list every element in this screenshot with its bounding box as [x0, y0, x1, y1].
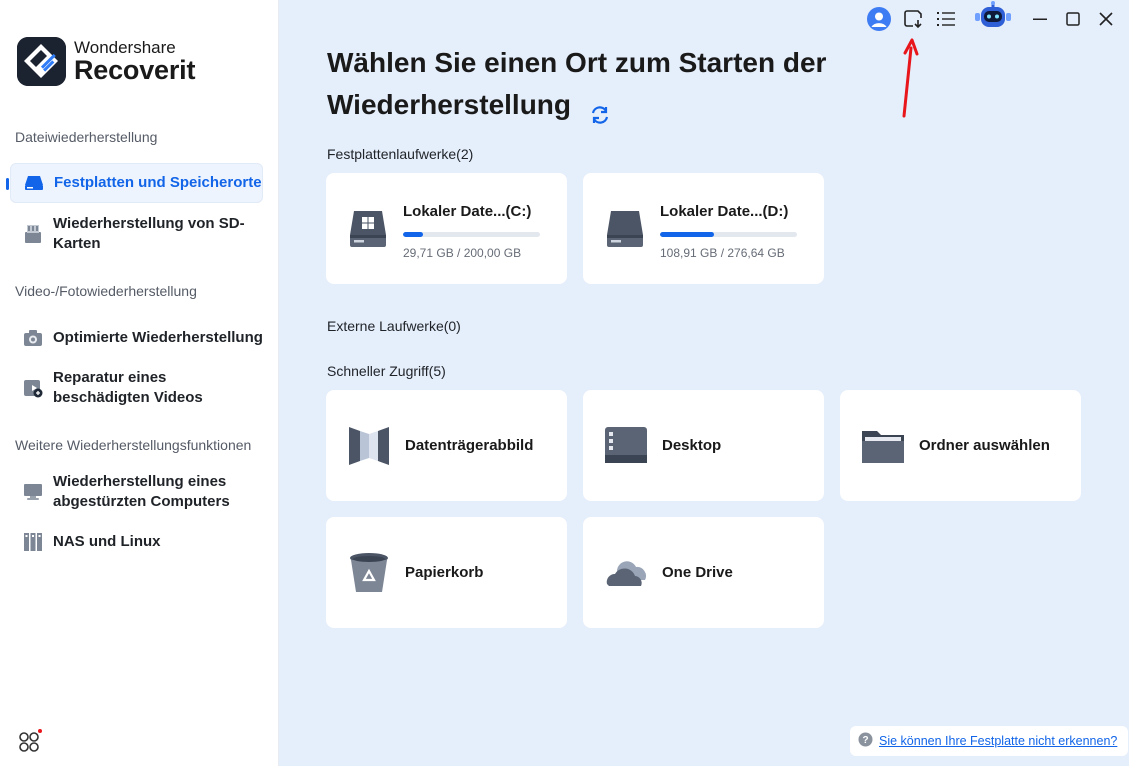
usage-bar-fill: [660, 232, 714, 237]
maximize-icon: [1066, 12, 1080, 26]
minimize-button[interactable]: [1028, 6, 1052, 32]
robot-assistant-icon: [971, 1, 1015, 32]
maximize-button[interactable]: [1061, 6, 1085, 32]
sidebar-item-nas-linux[interactable]: NAS und Linux: [10, 531, 263, 553]
quick-item-disk-image[interactable]: Datenträgerabbild: [326, 390, 567, 501]
brand-product: Recoverit: [74, 55, 196, 85]
video-repair-icon: [22, 377, 44, 399]
quick-item-recycle-bin[interactable]: Papierkorb: [326, 517, 567, 628]
svg-text:?: ?: [862, 735, 868, 746]
import-file-icon: [904, 10, 922, 29]
usage-bar-fill: [403, 232, 424, 237]
refresh-icon[interactable]: [589, 96, 611, 124]
quick-item-desktop[interactable]: Desktop: [583, 390, 824, 501]
camera-icon: [22, 327, 44, 349]
user-avatar-icon: [867, 7, 891, 31]
group-label-hard-drives: Festplattenlaufwerke(2): [327, 146, 474, 162]
sidebar-item-label: Reparatur eines beschädigten Videos: [53, 369, 203, 406]
onedrive-icon: [603, 550, 649, 596]
drive-name: Lokaler Date...(D:): [660, 203, 789, 220]
drive-not-detected-link[interactable]: Sie können Ihre Festplatte nicht erkenne…: [879, 734, 1117, 748]
main-panel: Wählen Sie einen Ort zum Starten der Wie…: [279, 0, 1129, 766]
drive-card-c[interactable]: Lokaler Date...(C:) 29,71 GB / 200,00 GB: [326, 173, 567, 284]
recycle-bin-icon: [346, 550, 392, 596]
app-logo: Wondershare Recoverit: [17, 37, 195, 86]
page-title: Wählen Sie einen Ort zum Starten der Wie…: [327, 42, 887, 126]
sidebar-item-label: Festplatten und Speicherorte: [54, 174, 262, 191]
quick-item-label: Papierkorb: [405, 564, 484, 581]
apps-grid-icon[interactable]: [18, 729, 42, 753]
annotation-arrow: [902, 38, 919, 118]
sidebar-item-sd-card[interactable]: Wiederherstellung von SD-Karten: [10, 213, 263, 255]
group-label-quick-access: Schneller Zugriff(5): [327, 363, 446, 379]
desktop-icon: [603, 423, 649, 469]
sidebar-item-label: Wiederherstellung von SD-Karten: [53, 215, 245, 252]
minimize-icon: [1033, 18, 1047, 20]
drive-size: 108,91 GB / 276,64 GB: [660, 246, 785, 260]
brand-company: Wondershare: [74, 38, 176, 57]
sidebar-item-optimized-recovery[interactable]: Optimierte Wiederherstellung: [10, 327, 263, 349]
drive-name: Lokaler Date...(C:): [403, 203, 532, 220]
section-title-video-photo: Video-/Fotowiederherstellung: [15, 283, 197, 299]
drive-icon: [605, 209, 645, 249]
ai-assistant-button[interactable]: [968, 0, 1018, 36]
drive-card-d[interactable]: Lokaler Date...(D:) 108,91 GB / 276,64 G…: [583, 173, 824, 284]
close-button[interactable]: [1094, 6, 1118, 32]
list-menu-icon: [937, 12, 955, 26]
quick-item-label: Ordner auswählen: [919, 437, 1050, 454]
section-title-more-functions: Weitere Wiederherstellungsfunktionen: [15, 437, 252, 453]
nas-icon: [22, 531, 44, 553]
quick-item-select-folder[interactable]: Ordner auswählen: [840, 390, 1081, 501]
recoverit-logo-icon: [17, 37, 66, 86]
sidebar-item-label: Wiederherstellung eines abgestürzten Com…: [53, 473, 230, 510]
windows-drive-icon: [348, 209, 388, 249]
quick-item-label: Datenträgerabbild: [405, 437, 534, 454]
close-icon: [1099, 12, 1113, 26]
folder-icon: [860, 423, 906, 469]
user-account-button[interactable]: [866, 6, 892, 32]
sidebar: Wondershare Recoverit Dateiwiederherstel…: [0, 0, 279, 766]
import-scan-button[interactable]: [901, 6, 925, 32]
quick-item-label: Desktop: [662, 437, 722, 454]
sidebar-item-label: Optimierte Wiederherstellung: [53, 329, 263, 346]
section-title-file-recovery: Dateiwiederherstellung: [15, 129, 158, 145]
page-title-text: Wählen Sie einen Ort zum Starten der Wie…: [327, 47, 827, 120]
quick-item-label: One Drive: [662, 564, 733, 581]
help-link-box: ? Sie können Ihre Festplatte nicht erken…: [850, 726, 1128, 756]
monitor-icon: [22, 481, 44, 503]
sd-card-icon: [22, 223, 44, 245]
quick-item-onedrive[interactable]: One Drive: [583, 517, 824, 628]
sidebar-item-hard-drives[interactable]: Festplatten und Speicherorte: [10, 163, 263, 203]
menu-button[interactable]: [934, 6, 958, 32]
sidebar-item-label: NAS und Linux: [53, 533, 161, 550]
usage-bar: [660, 232, 797, 237]
active-indicator: [6, 178, 9, 190]
group-label-external: Externe Laufwerke(0): [327, 318, 461, 334]
disk-image-icon: [346, 423, 392, 469]
usage-bar: [403, 232, 540, 237]
drive-size: 29,71 GB / 200,00 GB: [403, 246, 522, 260]
hard-drive-icon: [23, 172, 45, 194]
question-icon: ?: [858, 732, 873, 750]
sidebar-item-video-repair[interactable]: Reparatur eines beschädigten Videos: [10, 367, 263, 409]
sidebar-item-crashed-computer[interactable]: Wiederherstellung eines abgestürzten Com…: [10, 471, 263, 513]
